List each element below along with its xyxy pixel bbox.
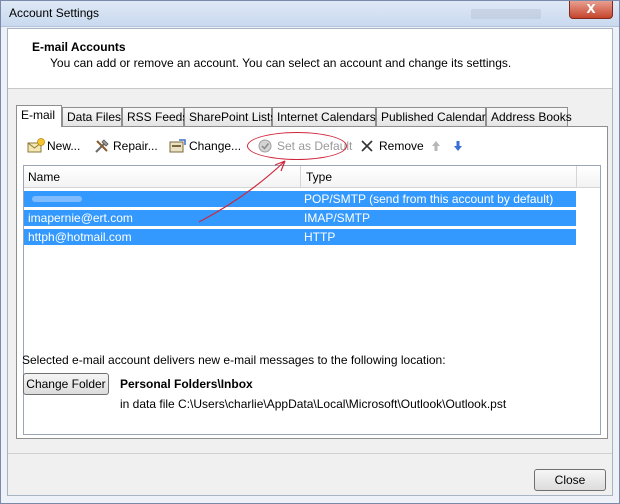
- account-type: POP/SMTP (send from this account by defa…: [304, 192, 554, 206]
- change-button[interactable]: Change...: [169, 135, 241, 157]
- annotation-circle: [247, 132, 347, 160]
- tab-internet-calendars[interactable]: Internet Calendars: [272, 107, 376, 126]
- obscured-account-name: [32, 196, 82, 202]
- footer-divider: [8, 453, 612, 454]
- new-button[interactable]: New...: [27, 135, 80, 157]
- remove-label: Remove: [379, 139, 424, 153]
- delivery-data-file: in data file C:\Users\charlie\AppData\Lo…: [120, 397, 507, 411]
- new-label: New...: [47, 139, 81, 153]
- move-up-icon: [427, 138, 445, 154]
- window-title: Account Settings: [9, 6, 100, 20]
- delivery-folder-name: Personal Folders\Inbox: [120, 377, 253, 391]
- repair-label: Repair...: [113, 139, 158, 153]
- table-row[interactable]: imapernie@ert.com IMAP/SMTP: [24, 210, 576, 226]
- account-type: HTTP: [304, 230, 336, 244]
- dialog-client-area: E-mail Accounts You can add or remove an…: [7, 28, 613, 496]
- account-name: imapernie@ert.com: [28, 211, 133, 225]
- tab-data-files[interactable]: Data Files: [62, 107, 122, 126]
- new-account-icon: [27, 138, 45, 154]
- table-row[interactable]: httph@hotmail.com HTTP: [24, 229, 576, 245]
- dialog-header: E-mail Accounts You can add or remove an…: [8, 29, 612, 89]
- accounts-list[interactable]: Name Type POP/SMTP (send from this accou…: [23, 165, 601, 435]
- move-up-button[interactable]: [427, 135, 447, 157]
- tab-published-calendars[interactable]: Published Calendars: [376, 107, 492, 126]
- column-separator: [300, 166, 301, 188]
- close-button[interactable]: Close: [534, 469, 606, 491]
- tab-email[interactable]: E-mail: [16, 105, 62, 127]
- x-icon: [359, 138, 377, 154]
- remove-button[interactable]: Remove: [359, 135, 424, 157]
- column-header-name[interactable]: Name: [28, 170, 60, 184]
- move-down-button[interactable]: [449, 135, 469, 157]
- titlebar-ghost-text: [471, 9, 541, 19]
- tab-sharepoint-lists[interactable]: SharePoint Lists: [184, 107, 276, 126]
- delivery-location-label: Selected e-mail account delivers new e-m…: [22, 353, 446, 367]
- account-type: IMAP/SMTP: [304, 211, 371, 225]
- change-settings-icon: [169, 138, 187, 154]
- repair-tools-icon: [93, 138, 111, 154]
- accounts-list-header: Name Type: [24, 166, 600, 188]
- column-header-type[interactable]: Type: [306, 170, 332, 184]
- account-name: httph@hotmail.com: [28, 230, 132, 244]
- window-close-button[interactable]: X: [569, 1, 613, 19]
- table-row[interactable]: POP/SMTP (send from this account by defa…: [24, 191, 576, 207]
- change-label: Change...: [189, 139, 242, 153]
- header-title: E-mail Accounts: [32, 40, 126, 54]
- move-down-icon: [449, 138, 467, 154]
- tab-rss-feeds[interactable]: RSS Feeds: [122, 107, 188, 126]
- repair-button[interactable]: Repair...: [93, 135, 158, 157]
- header-description: You can add or remove an account. You ca…: [50, 56, 512, 70]
- tab-address-books[interactable]: Address Books: [486, 107, 572, 126]
- title-bar: Account Settings X: [1, 1, 619, 27]
- change-folder-button[interactable]: Change Folder: [23, 373, 109, 395]
- column-separator: [576, 166, 577, 188]
- account-settings-window: Account Settings X E-mail Accounts You c…: [0, 0, 620, 504]
